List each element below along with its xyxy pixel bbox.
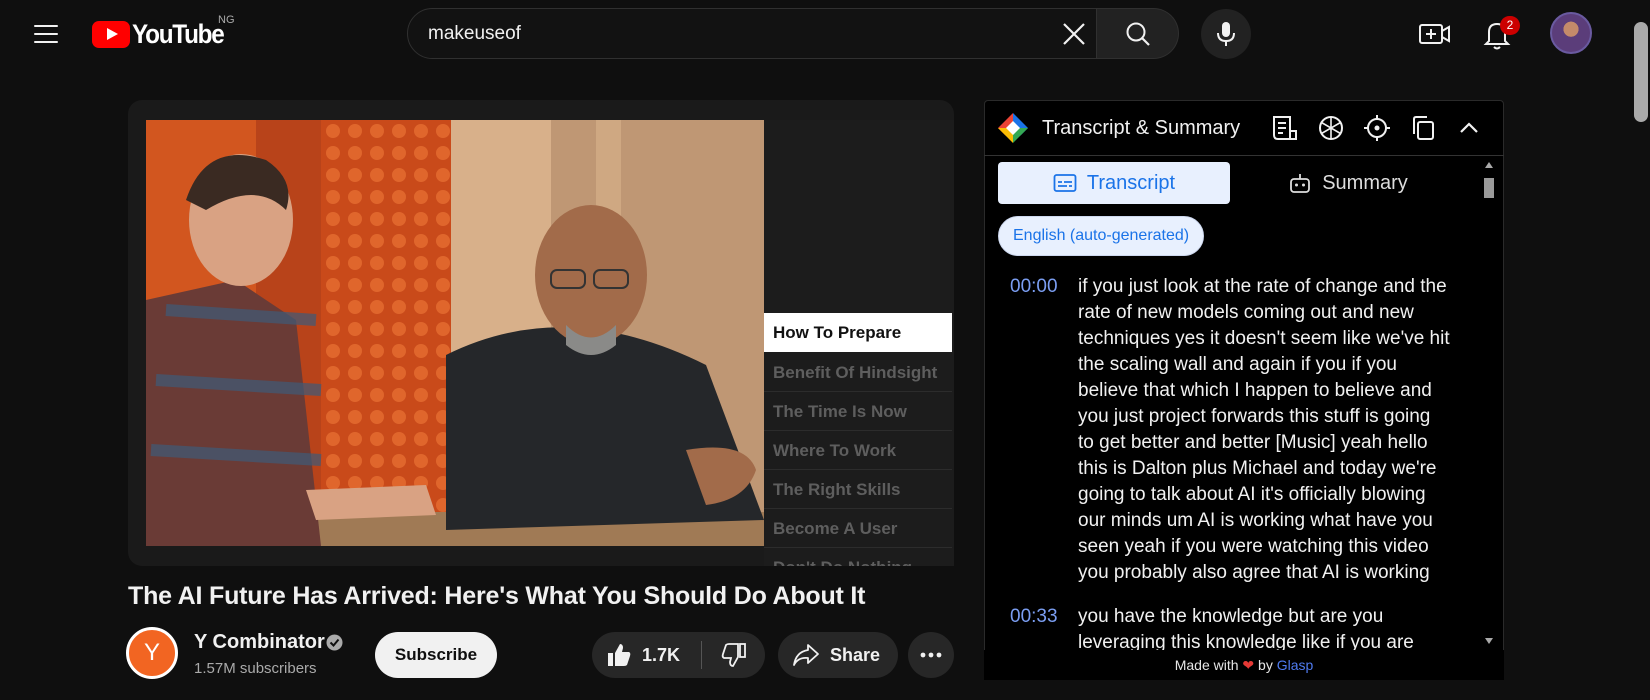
chapter-item[interactable]: Benefit Of Hindsight (764, 353, 952, 392)
notification-badge: 2 (1500, 16, 1520, 35)
heart-icon: ❤ (1242, 657, 1255, 673)
share-icon (793, 644, 819, 666)
panel-scrollbar-thumb[interactable] (1484, 178, 1494, 198)
more-horizontal-icon (920, 652, 942, 658)
transcript-line: you probably also agree that AI is worki… (1078, 562, 1430, 583)
share-label: Share (830, 644, 881, 665)
tab-summary[interactable]: Summary (1232, 162, 1464, 204)
tab-transcript-label: Transcript (1086, 171, 1176, 194)
chapter-item[interactable]: How To Prepare (764, 313, 952, 352)
country-code: NG (218, 14, 235, 26)
dislike-button[interactable] (702, 632, 765, 678)
chapter-list: How To Prepare Benefit Of Hindsight The … (764, 120, 954, 566)
chapter-item[interactable]: The Time Is Now (764, 392, 952, 431)
youtube-logo[interactable]: YouTube NG (92, 14, 235, 50)
glasp-link[interactable]: Glasp (1277, 657, 1314, 673)
voice-search-button[interactable] (1201, 9, 1251, 59)
tab-summary-label: Summary (1322, 171, 1408, 194)
notifications-button[interactable]: 2 (1480, 16, 1520, 54)
chapter-item[interactable]: Become A User (764, 509, 952, 548)
copy-icon[interactable] (1408, 113, 1438, 143)
segment-timestamp[interactable]: 00:33 (1010, 606, 1058, 628)
create-video-icon[interactable] (1418, 18, 1452, 50)
segment-timestamp[interactable]: 00:00 (1010, 276, 1058, 298)
microphone-icon (1217, 22, 1235, 46)
video-title: The AI Future Has Arrived: Here's What Y… (128, 582, 866, 610)
transcript-line: our minds um AI is working what have you (1078, 510, 1433, 531)
segment-text[interactable]: you have the knowledge but are you lever… (1078, 604, 1468, 650)
share-button[interactable]: Share (778, 632, 898, 678)
channel-name[interactable]: Y Combinator (194, 631, 325, 654)
logo-text: YouTube (132, 18, 225, 49)
search-icon (1126, 22, 1150, 46)
transcript-line: techniques yes it doesn't seem like we'v… (1078, 328, 1450, 349)
menu-icon[interactable] (22, 14, 70, 54)
like-count: 1.7K (642, 644, 681, 665)
clear-search-icon[interactable] (1058, 18, 1090, 50)
panel-title: Transcript & Summary (1042, 117, 1241, 139)
page-scrollbar-thumb[interactable] (1634, 22, 1648, 122)
chatgpt-icon[interactable] (1316, 113, 1346, 143)
transcript-doc-icon[interactable] (1270, 113, 1300, 143)
transcript-line: if you just look at the rate of change a… (1078, 276, 1447, 297)
panel-scrollbar[interactable] (1482, 158, 1496, 648)
transcript-line: to get better and better [Music] yeah he… (1078, 432, 1428, 453)
transcript-line: this is Dalton plus Michael and today we… (1078, 458, 1437, 479)
language-selector[interactable]: English (auto-generated) (998, 216, 1205, 256)
verified-badge-icon (326, 634, 343, 651)
robot-icon (1290, 174, 1311, 193)
like-dislike-group: 1.7K (592, 632, 765, 678)
more-actions-button[interactable] (908, 632, 954, 678)
glasp-logo-icon (997, 112, 1029, 144)
search-input[interactable] (428, 22, 1008, 45)
transcript-line: seen yeah if you were watching this vide… (1078, 536, 1429, 557)
chapter-item[interactable]: Don't Do Nothing (764, 548, 952, 566)
tab-transcript[interactable]: Transcript (998, 162, 1230, 204)
segment-text[interactable]: if you just look at the rate of change a… (1078, 274, 1468, 586)
chevron-up-icon[interactable] (1454, 113, 1484, 143)
chapter-item[interactable]: Where To Work (764, 431, 952, 470)
search-button[interactable] (1097, 8, 1179, 59)
crosshair-icon[interactable] (1362, 113, 1392, 143)
youtube-play-icon (92, 20, 130, 48)
subscriber-count: 1.57M subscribers (194, 660, 317, 677)
transcript-line: leveraging this knowledge like if you ar… (1078, 632, 1414, 650)
transcript-line: you have the knowledge but are you (1078, 606, 1384, 627)
subtitles-icon (1053, 174, 1077, 192)
transcript-line: the scaling wall and again if you if you (1078, 354, 1397, 375)
transcript-line: you just project forwards this stuff is … (1078, 406, 1431, 427)
transcript-line: rate of new models coming out and new (1078, 302, 1414, 323)
footer-made-with: Made with (1174, 657, 1239, 673)
transcript-line: believe that which I happen to believe a… (1078, 380, 1432, 401)
thumbs-up-icon (608, 644, 631, 666)
channel-avatar[interactable]: Y (126, 627, 178, 679)
footer-by: by (1258, 657, 1273, 673)
thumbs-down-icon (721, 643, 746, 667)
like-button[interactable]: 1.7K (592, 632, 701, 678)
chapter-item[interactable]: The Right Skills (764, 470, 952, 509)
user-avatar[interactable] (1550, 12, 1592, 54)
video-frame[interactable] (146, 120, 764, 546)
search-box (407, 8, 1097, 59)
panel-footer: Made with ❤ by Glasp (984, 650, 1504, 680)
transcript-line: going to talk about AI it's officially b… (1078, 484, 1426, 505)
subscribe-button[interactable]: Subscribe (375, 632, 497, 678)
